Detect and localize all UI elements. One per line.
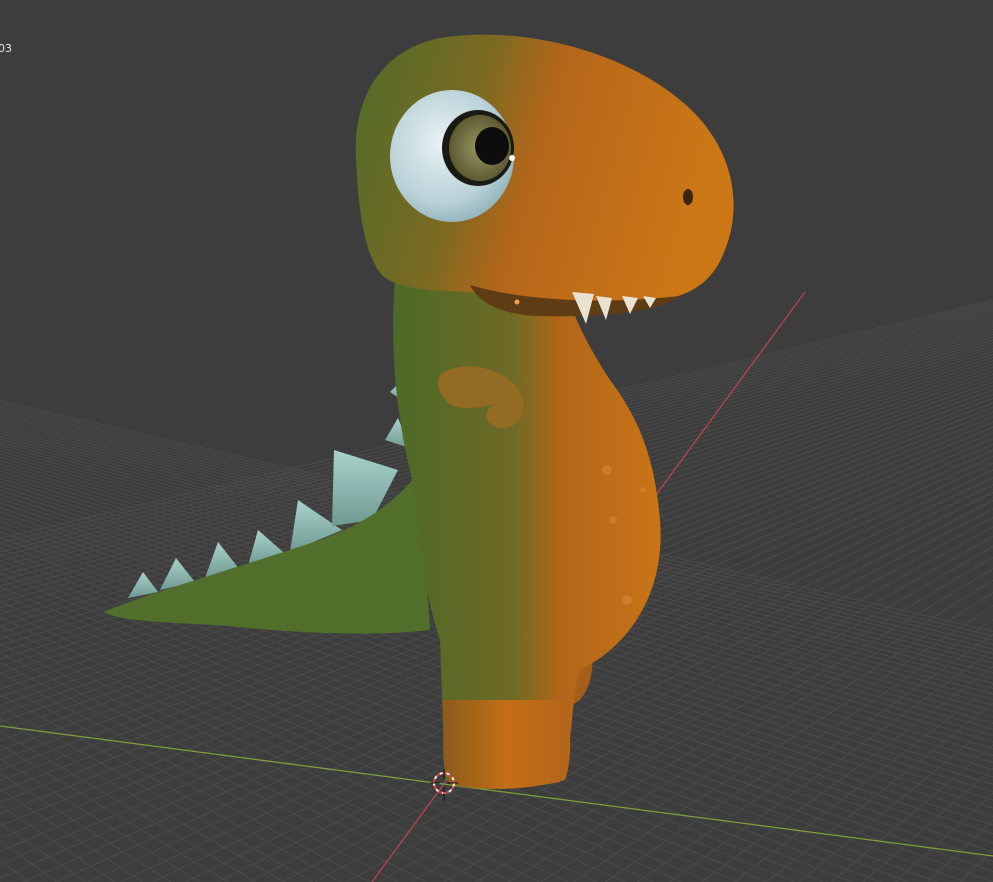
3d-viewport[interactable]: 03 — [0, 0, 993, 882]
viewport-scene[interactable] — [0, 0, 993, 882]
grid-line — [0, 822, 87, 882]
viewport-overlay-text: 03 — [0, 42, 12, 55]
lamp-object — [514, 299, 520, 305]
eye — [390, 90, 515, 222]
grid-line — [0, 200, 24, 882]
nostril — [683, 189, 693, 205]
foot — [442, 700, 571, 789]
